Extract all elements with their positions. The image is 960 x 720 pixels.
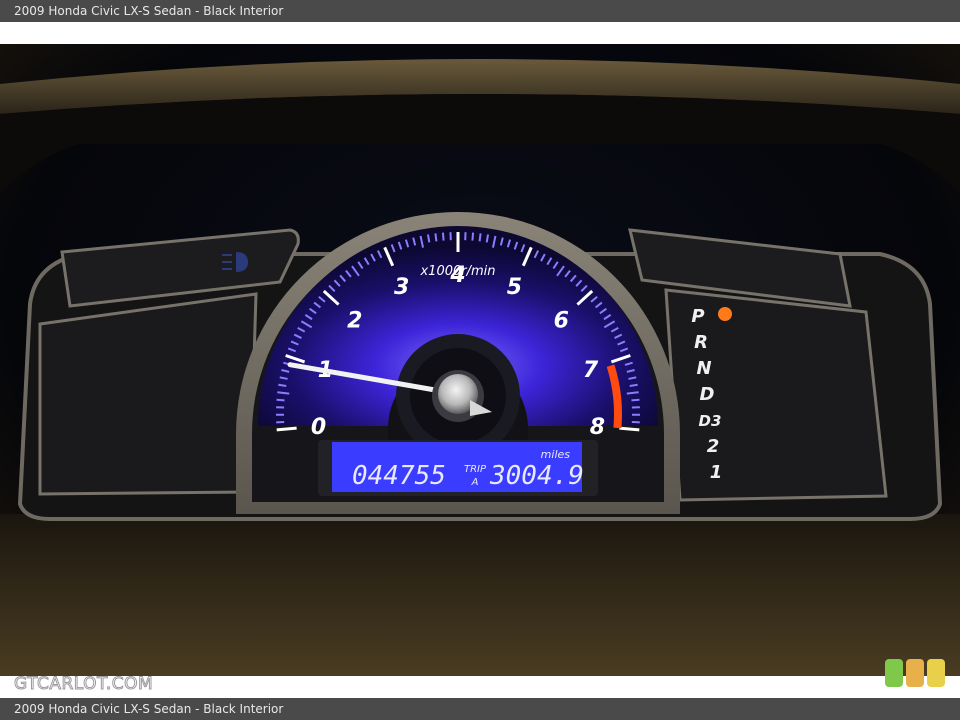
instrument-cluster-photo: 012345678 x1000r/min miles 044755 TRIP A…: [0, 44, 960, 676]
minor-tick: [426, 234, 431, 243]
odometer-unit: miles: [541, 448, 571, 461]
tachometer-unit-label: x1000r/min: [419, 264, 495, 279]
footer-caption-bar: 2009 Honda Civic LX-S Sedan - Black Inte…: [0, 698, 960, 720]
gear-position-r: R: [694, 332, 708, 353]
tachometer-numeral: 6: [554, 308, 569, 333]
trip-label: TRIP: [464, 464, 487, 475]
minor-tick: [471, 232, 475, 241]
gear-position-1: 1: [710, 462, 723, 483]
tachometer-numeral: 0: [311, 415, 326, 440]
trip-odometer: 3004.9: [489, 461, 584, 491]
gear-position-d: D: [700, 384, 715, 405]
instrument-cluster: 012345678 x1000r/min miles 044755 TRIP A…: [0, 44, 960, 676]
minor-tick: [485, 234, 490, 243]
tachometer-numeral: 2: [347, 308, 362, 333]
minor-tick: [629, 383, 638, 388]
tachometer-numeral: 5: [507, 275, 522, 300]
gear-position-n: N: [696, 358, 711, 379]
tachometer-numeral: 7: [583, 358, 599, 383]
watermark-traffic-lights-icon: [885, 659, 945, 687]
footer-caption: 2009 Honda Civic LX-S Sedan - Black Inte…: [14, 702, 284, 716]
minor-tick: [276, 398, 285, 402]
minor-tick: [441, 232, 445, 241]
minor-tick: [278, 383, 287, 388]
watermark-logo: GTCARLOT.COM: [13, 674, 154, 695]
gear-position-p: P: [691, 306, 704, 327]
trip-id-label: A: [471, 477, 479, 488]
gear-position-2: 2: [707, 436, 720, 457]
gear-position-d3: D3: [699, 412, 722, 430]
minor-tick: [434, 233, 438, 242]
header-caption-bar: 2009 Honda Civic LX-S Sedan - Black Inte…: [0, 0, 960, 22]
tachometer-numeral: 8: [590, 415, 605, 440]
minor-tick: [626, 391, 639, 395]
minor-tick: [631, 398, 640, 402]
major-tick: [276, 426, 297, 432]
tachometer-numeral: 3: [394, 275, 409, 300]
minor-tick: [277, 391, 290, 395]
minor-tick: [478, 233, 482, 242]
top-spacer: [0, 22, 960, 44]
header-caption: 2009 Honda Civic LX-S Sedan - Black Inte…: [14, 4, 284, 18]
odometer-total: 044755: [352, 461, 446, 491]
major-tick: [619, 426, 640, 432]
park-indicator-light: [718, 307, 732, 321]
